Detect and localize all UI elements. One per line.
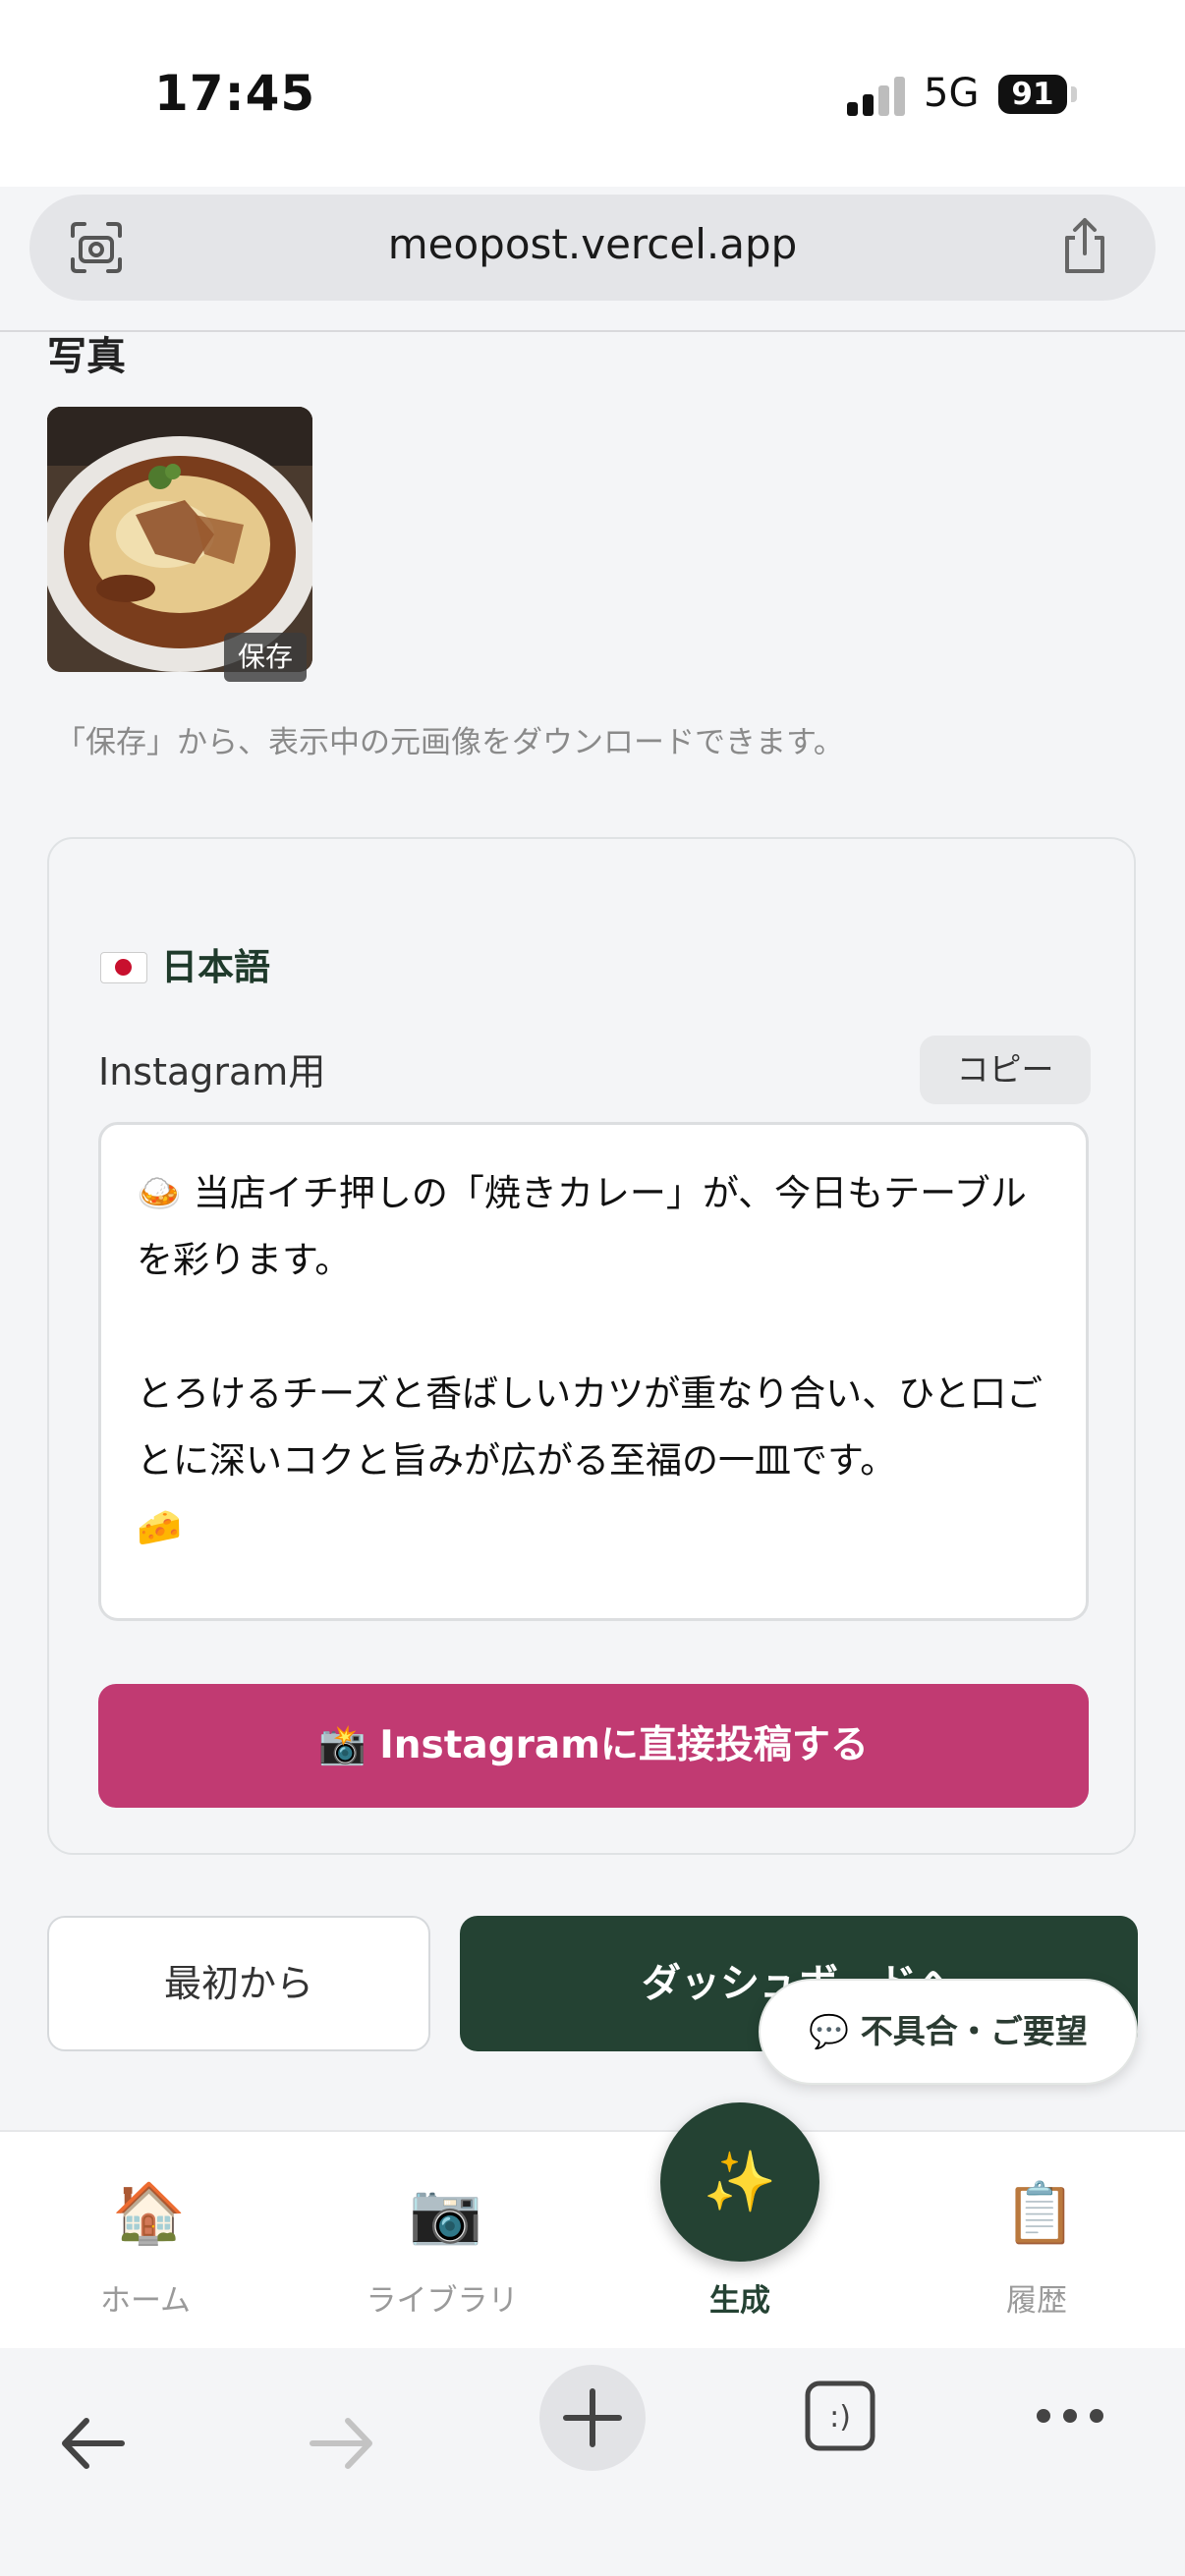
- tab-home[interactable]: 🏠 ホーム: [28, 2132, 263, 2350]
- tab-label: ライブラリ: [366, 2283, 519, 2319]
- network-type: 5G: [924, 71, 980, 116]
- tabs-icon[interactable]: :): [804, 2380, 876, 2452]
- copy-button[interactable]: コピー: [920, 1036, 1091, 1104]
- battery-icon: 91: [998, 75, 1067, 114]
- caption-card: 日本語 Instagram用 コピー 🍛 当店イチ押しの「焼きカレー」が、今日も…: [47, 837, 1136, 1855]
- bottom-tab-bar: 🏠 ホーム 📷 ライブラリ 生成 📋 履歴: [0, 2130, 1185, 2350]
- house-icon: 🏠: [112, 2179, 186, 2248]
- generate-fab-button[interactable]: ✨: [660, 2102, 819, 2262]
- save-hint-text: 「保存」から、表示中の元画像をダウンロードできます。: [55, 725, 844, 760]
- caption-line: 🍛 当店イチ押しの「焼きカレー」が、今日もテーブルを彩ります。: [137, 1172, 1027, 1281]
- instagram-post-label: Instagramに直接投稿する: [379, 1723, 869, 1767]
- caption-line: 🧀: [137, 1506, 183, 1548]
- share-icon[interactable]: [1057, 216, 1112, 277]
- status-time: 17:45: [154, 65, 316, 122]
- back-arrow-icon[interactable]: [57, 2413, 128, 2474]
- save-photo-button[interactable]: 保存: [224, 633, 307, 682]
- clipboard-icon: 📋: [1003, 2179, 1077, 2248]
- address-bar[interactable]: meopost.vercel.app: [29, 195, 1156, 301]
- tab-label: ホーム: [99, 2283, 192, 2319]
- japan-flag-icon: [100, 952, 147, 983]
- tab-library[interactable]: 📷 ライブラリ: [324, 2132, 560, 2350]
- camera-flash-icon: 📸: [318, 1723, 367, 1767]
- forward-arrow-icon[interactable]: [307, 2413, 377, 2474]
- tab-label: 履歴: [1006, 2283, 1067, 2319]
- browser-toolbar: :): [0, 2348, 1185, 2576]
- url-text[interactable]: meopost.vercel.app: [29, 220, 1156, 268]
- camera-icon: 📷: [409, 2179, 482, 2248]
- status-bar: 17:45 5G 91: [0, 0, 1185, 187]
- language-label: 日本語: [161, 946, 270, 988]
- divider: [0, 330, 1185, 332]
- sparkles-icon: ✨: [703, 2148, 777, 2216]
- language-heading: 日本語: [100, 937, 270, 990]
- tab-label: 生成: [709, 2283, 770, 2319]
- battery-tip: [1071, 86, 1077, 102]
- svg-text::): :): [829, 2400, 851, 2435]
- feedback-button[interactable]: 💬 不具合・ご要望: [759, 1979, 1138, 2085]
- photo-section-title: 写真: [47, 334, 126, 379]
- tab-history[interactable]: 📋 履歴: [919, 2132, 1155, 2350]
- feedback-label: 不具合・ご要望: [860, 2012, 1088, 2050]
- instagram-caption-label: Instagram用: [98, 1050, 326, 1093]
- restart-button[interactable]: 最初から: [47, 1916, 430, 2051]
- speech-bubble-icon: 💬: [809, 2012, 850, 2050]
- new-tab-icon[interactable]: [538, 2364, 647, 2472]
- instagram-post-button[interactable]: 📸 Instagramに直接投稿する: [98, 1684, 1089, 1808]
- more-icon[interactable]: [1034, 2401, 1106, 2431]
- signal-icon: [847, 77, 908, 116]
- caption-textarea[interactable]: 🍛 当店イチ押しの「焼きカレー」が、今日もテーブルを彩ります。 とろけるチーズと…: [98, 1122, 1089, 1621]
- caption-line: とろけるチーズと香ばしいカツが重なり合い、ひと口ごとに深いコクと旨みが広がる至福…: [137, 1372, 1044, 1482]
